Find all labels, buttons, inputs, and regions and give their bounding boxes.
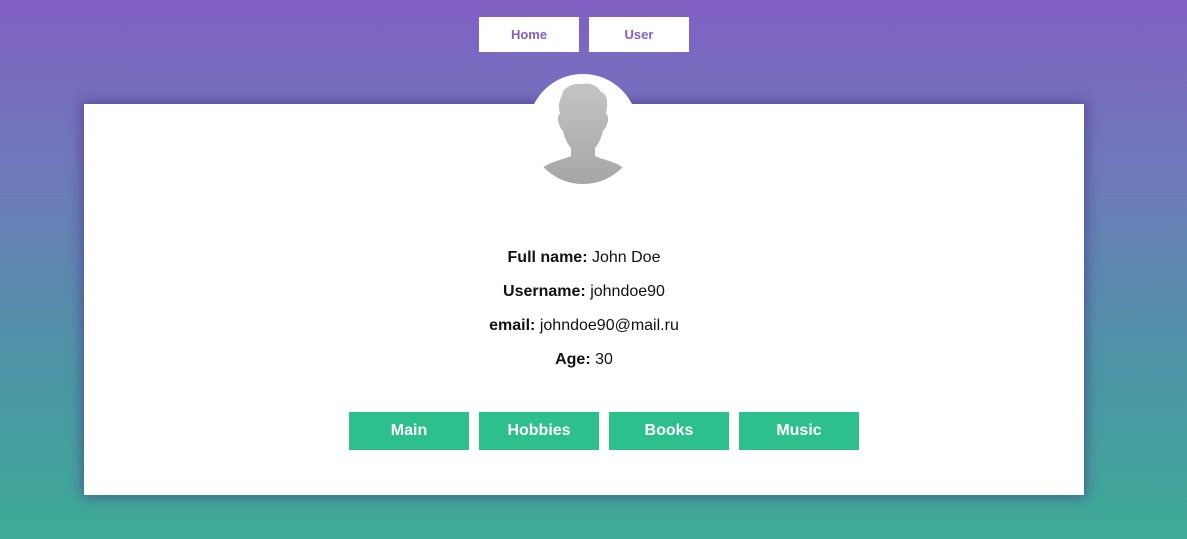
tab-music[interactable]: Music bbox=[739, 412, 859, 450]
nav-home-button[interactable]: Home bbox=[479, 17, 579, 52]
full-name-value: John Doe bbox=[591, 249, 661, 266]
email-label: email: bbox=[489, 317, 536, 334]
avatar bbox=[528, 74, 638, 184]
tab-hobbies[interactable]: Hobbies bbox=[479, 412, 599, 450]
user-silhouette-icon bbox=[540, 83, 626, 184]
age-label: Age: bbox=[555, 351, 591, 368]
username-row: Username: johndoe90 bbox=[84, 282, 1084, 316]
tab-main[interactable]: Main bbox=[349, 412, 469, 450]
age-value: 30 bbox=[595, 351, 613, 368]
profile-info: Full name: John Doe Username: johndoe90 … bbox=[84, 248, 1084, 384]
profile-tabs: Main Hobbies Books Music bbox=[349, 412, 859, 450]
username-label: Username: bbox=[503, 283, 586, 300]
nav-user-button[interactable]: User bbox=[589, 17, 689, 52]
tab-books[interactable]: Books bbox=[609, 412, 729, 450]
age-row: Age: 30 bbox=[84, 350, 1084, 384]
email-row: email: johndoe90@mail.ru bbox=[84, 316, 1084, 350]
email-value: johndoe90@mail.ru bbox=[539, 317, 679, 334]
top-navigation: Home User bbox=[479, 17, 689, 52]
username-value: johndoe90 bbox=[590, 283, 665, 300]
full-name-row: Full name: John Doe bbox=[84, 248, 1084, 282]
full-name-label: Full name: bbox=[507, 249, 588, 266]
